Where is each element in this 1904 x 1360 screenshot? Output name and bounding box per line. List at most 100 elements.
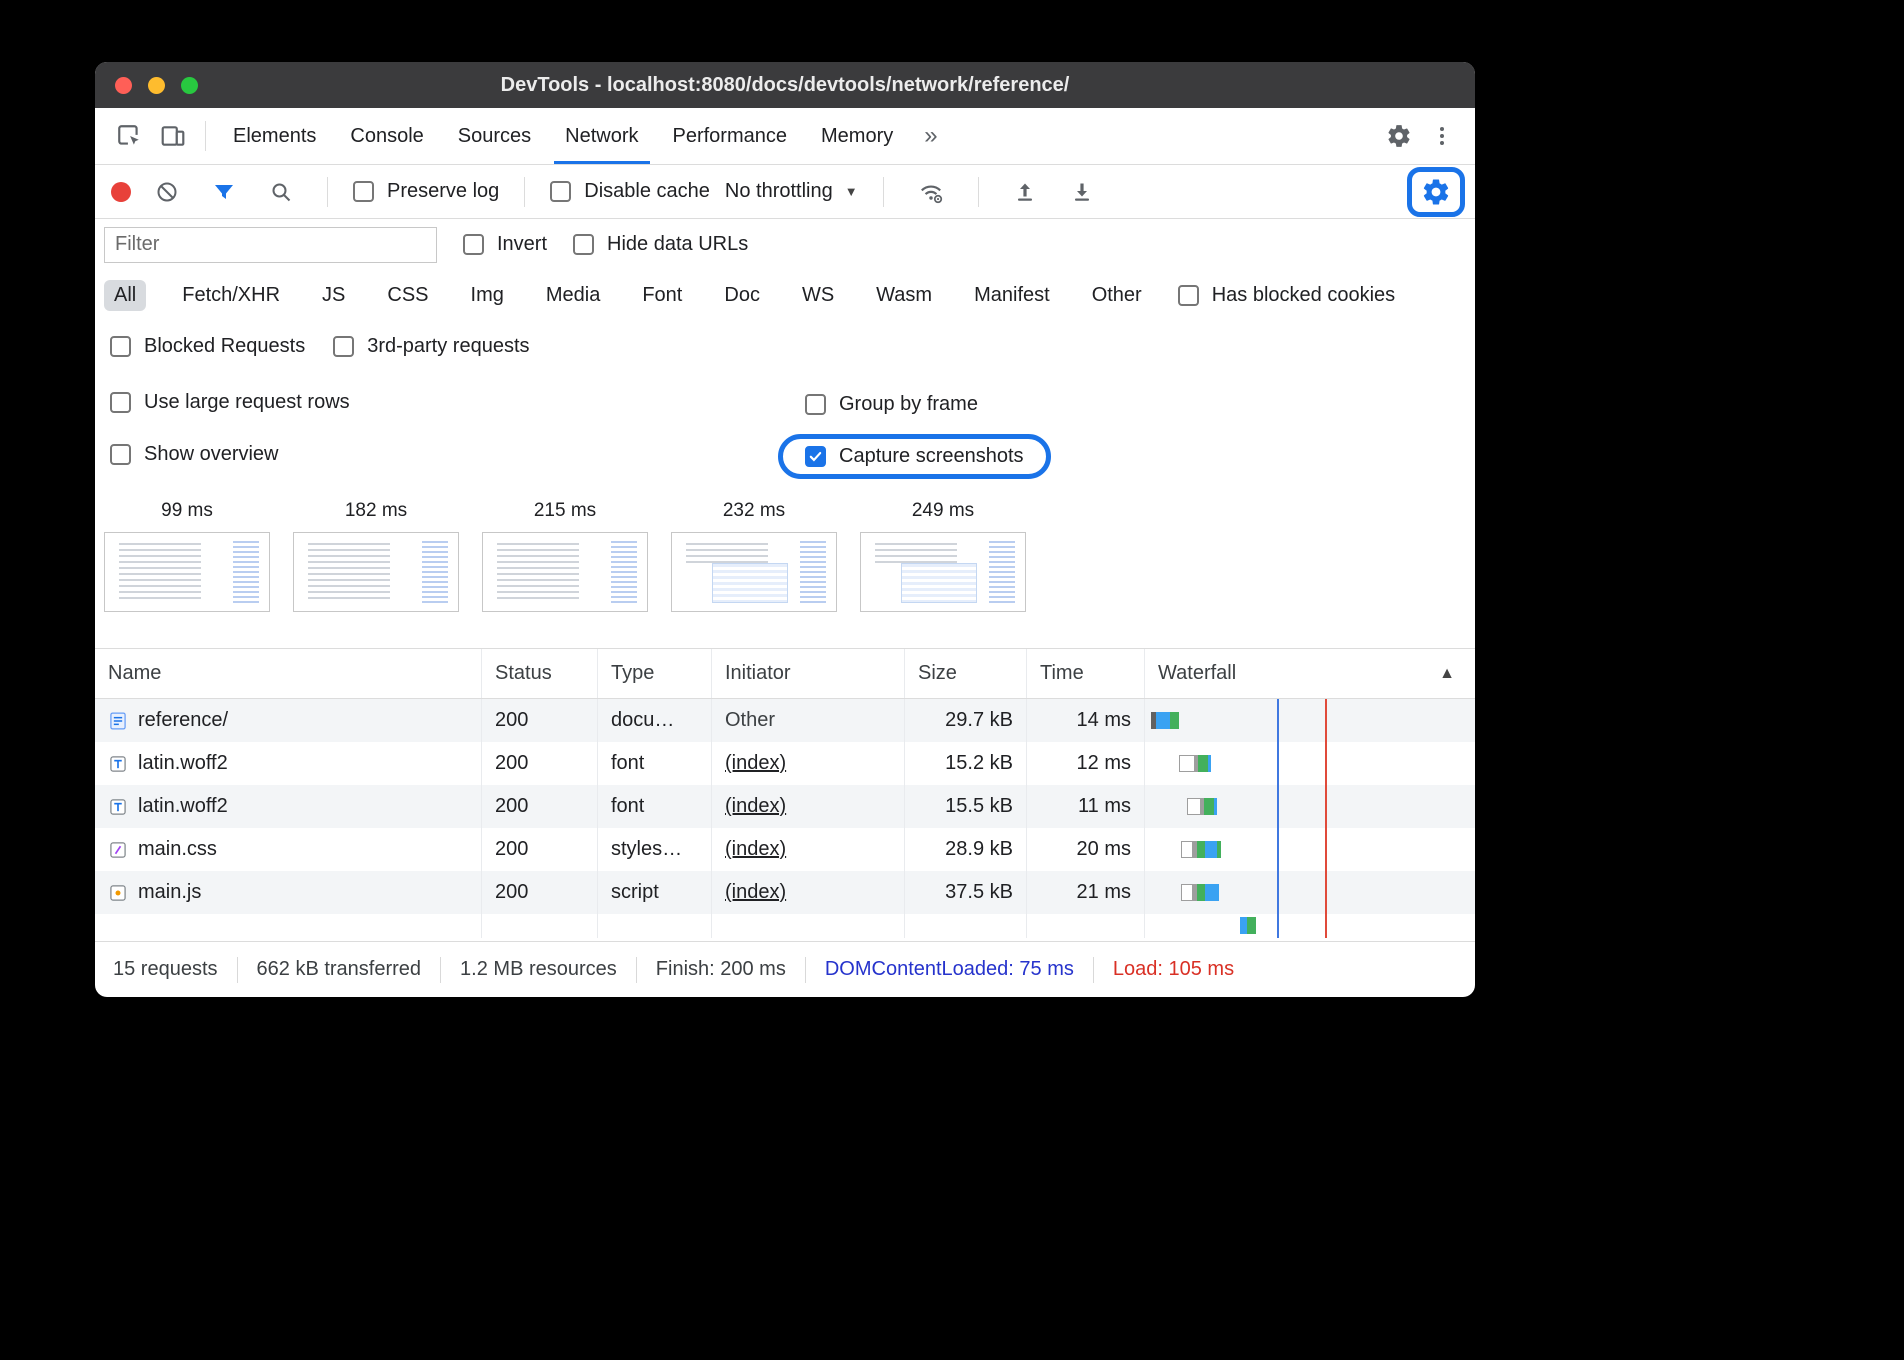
- capture-screenshots-checkbox[interactable]: Capture screenshots: [805, 445, 1024, 468]
- invert-checkbox[interactable]: Invert: [463, 233, 547, 256]
- tab-label: Console: [350, 125, 423, 148]
- tab-sources[interactable]: Sources: [441, 108, 548, 164]
- column-header-time[interactable]: Time: [1027, 649, 1145, 698]
- filter-icon[interactable]: [203, 180, 245, 204]
- initiator-text: Other: [712, 699, 905, 742]
- close-button[interactable]: [115, 77, 132, 94]
- title-bar: DevTools - localhost:8080/docs/devtools/…: [95, 62, 1475, 108]
- filter-chip[interactable]: Font: [636, 280, 688, 311]
- zoom-button[interactable]: [181, 77, 198, 94]
- column-header-status[interactable]: Status: [482, 649, 598, 698]
- tab-console[interactable]: Console: [333, 108, 440, 164]
- table-row-partial[interactable]: [95, 914, 1475, 938]
- table-row[interactable]: latin.woff2 200 font (index) 15.2 kB 12 …: [95, 742, 1475, 785]
- checkbox-label: Use large request rows: [144, 391, 350, 414]
- filter-chip[interactable]: Wasm: [870, 280, 938, 311]
- hide-data-urls-checkbox[interactable]: Hide data URLs: [573, 233, 748, 256]
- tab-label: Elements: [233, 125, 316, 148]
- tab-network[interactable]: Network: [548, 108, 655, 164]
- request-name: latin.woff2: [138, 752, 228, 775]
- blocked-requests-checkbox[interactable]: Blocked Requests: [110, 335, 305, 358]
- initiator-link[interactable]: (index): [725, 795, 786, 818]
- table-row[interactable]: reference/ 200 docu… Other 29.7 kB 14 ms: [95, 699, 1475, 742]
- filter-chip[interactable]: Other: [1086, 280, 1148, 311]
- filmstrip-thumbnail[interactable]: [482, 532, 648, 612]
- checkbox-icon: [463, 234, 484, 255]
- throttling-dropdown[interactable]: No throttling ▼: [725, 180, 858, 203]
- clear-icon[interactable]: [146, 180, 188, 204]
- export-har-icon[interactable]: [1061, 180, 1103, 204]
- resources: 1.2 MB resources: [460, 958, 617, 981]
- filmstrip-frame: 182 ms: [293, 500, 459, 648]
- initiator-link[interactable]: (index): [725, 752, 786, 775]
- record-button[interactable]: [111, 182, 131, 202]
- show-overview-checkbox[interactable]: Show overview: [110, 443, 279, 466]
- divider: [524, 177, 525, 207]
- filter-chip[interactable]: Fetch/XHR: [176, 280, 286, 311]
- checkbox-icon: [333, 336, 354, 357]
- initiator-link[interactable]: (index): [725, 881, 786, 904]
- column-header-type[interactable]: Type: [598, 649, 712, 698]
- disable-cache-checkbox[interactable]: Disable cache: [550, 180, 710, 203]
- filter-chip-all[interactable]: All: [104, 280, 146, 311]
- thumbnail-time: 99 ms: [104, 500, 270, 524]
- column-header-waterfall[interactable]: Waterfall ▲: [1145, 649, 1475, 698]
- checkbox-label: Has blocked cookies: [1212, 284, 1395, 307]
- table-row[interactable]: main.css 200 styles… (index) 28.9 kB 20 …: [95, 828, 1475, 871]
- has-blocked-cookies-checkbox[interactable]: Has blocked cookies: [1178, 284, 1395, 307]
- tab-label: Sources: [458, 125, 531, 148]
- status-cell: 200: [482, 785, 598, 828]
- waterfall-cell: [1145, 828, 1475, 871]
- requests-table: Name Status Type Initiator Size Time Wat…: [95, 648, 1475, 941]
- filter-chip[interactable]: WS: [796, 280, 840, 311]
- thumbnail-time: 232 ms: [671, 500, 837, 524]
- checkbox-checked-icon: [805, 446, 826, 467]
- tab-label: Network: [565, 125, 638, 148]
- minimize-button[interactable]: [148, 77, 165, 94]
- settings-gear-icon[interactable]: [1377, 123, 1421, 149]
- main-toolbar: Elements Console Sources Network Perform…: [95, 108, 1475, 165]
- divider: [440, 957, 441, 983]
- network-settings-gear-icon[interactable]: [1412, 177, 1460, 207]
- preserve-log-checkbox[interactable]: Preserve log: [353, 180, 499, 203]
- filter-input[interactable]: [104, 227, 437, 263]
- kebab-menu-icon[interactable]: [1421, 124, 1463, 148]
- column-header-size[interactable]: Size: [905, 649, 1027, 698]
- checkbox-icon: [110, 392, 131, 413]
- load-guide-line: [1325, 699, 1327, 938]
- tab-elements[interactable]: Elements: [216, 108, 333, 164]
- network-conditions-icon[interactable]: [909, 179, 953, 205]
- group-by-frame-checkbox[interactable]: Group by frame: [805, 393, 978, 416]
- inspect-icon[interactable]: [107, 123, 151, 149]
- device-toolbar-icon[interactable]: [151, 123, 195, 149]
- waterfall-bar: [1151, 712, 1179, 729]
- more-tabs-icon[interactable]: »: [910, 122, 951, 150]
- column-header-name[interactable]: Name: [95, 649, 482, 698]
- filter-chip[interactable]: CSS: [381, 280, 434, 311]
- import-har-icon[interactable]: [1004, 180, 1046, 204]
- third-party-requests-checkbox[interactable]: 3rd-party requests: [333, 335, 529, 358]
- filter-chip[interactable]: JS: [316, 280, 351, 311]
- filmstrip-frame: 99 ms: [104, 500, 270, 648]
- use-large-rows-checkbox[interactable]: Use large request rows: [110, 391, 350, 414]
- initiator-link[interactable]: (index): [725, 838, 786, 861]
- filter-chip[interactable]: Media: [540, 280, 606, 311]
- filter-chip[interactable]: Manifest: [968, 280, 1056, 311]
- search-icon[interactable]: [260, 180, 302, 204]
- table-row[interactable]: latin.woff2 200 font (index) 15.5 kB 11 …: [95, 785, 1475, 828]
- column-header-initiator[interactable]: Initiator: [712, 649, 905, 698]
- filter-chip[interactable]: Doc: [718, 280, 766, 311]
- filmstrip-thumbnail[interactable]: [104, 532, 270, 612]
- filmstrip-thumbnail[interactable]: [293, 532, 459, 612]
- tab-memory[interactable]: Memory: [804, 108, 910, 164]
- filter-chip[interactable]: Img: [465, 280, 510, 311]
- type-cell: styles…: [598, 828, 712, 871]
- time-cell: 21 ms: [1027, 871, 1145, 914]
- status-cell: 200: [482, 828, 598, 871]
- waterfall-cell: [1145, 699, 1475, 742]
- filmstrip-thumbnail[interactable]: [860, 532, 1026, 612]
- filmstrip-thumbnail[interactable]: [671, 532, 837, 612]
- tab-performance[interactable]: Performance: [656, 108, 805, 164]
- table-row[interactable]: main.js 200 script (index) 37.5 kB 21 ms: [95, 871, 1475, 914]
- document-icon: [108, 711, 128, 731]
